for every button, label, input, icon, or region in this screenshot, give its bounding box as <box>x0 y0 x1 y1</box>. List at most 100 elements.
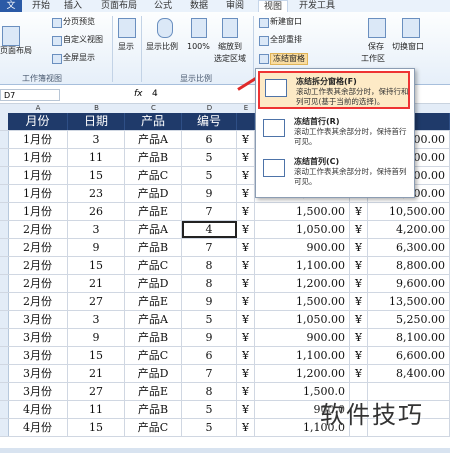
table-cell[interactable]: ¥ <box>350 365 368 382</box>
table-cell[interactable]: ¥ <box>350 311 368 328</box>
save-label[interactable]: 保存 <box>368 42 384 52</box>
table-cell[interactable]: 产品A <box>125 311 182 328</box>
table-cell[interactable]: 15 <box>68 167 125 184</box>
show-button[interactable]: 显示 <box>118 42 134 52</box>
table-cell[interactable]: 1,200.00 <box>255 365 350 382</box>
zoom100-button[interactable]: 100% <box>187 42 210 52</box>
arrange-all-button[interactable]: 全部重排 <box>270 35 302 45</box>
table-cell[interactable]: 6,300.00 <box>368 239 450 256</box>
table-cell[interactable]: 9 <box>182 293 237 310</box>
table-cell[interactable]: 27 <box>68 383 125 400</box>
table-cell[interactable]: 4月份 <box>8 401 68 418</box>
zoom-icon[interactable] <box>157 18 173 38</box>
save-workspace-icon[interactable] <box>368 18 386 38</box>
table-cell[interactable]: 3月份 <box>8 311 68 328</box>
table-cell[interactable]: 3月份 <box>8 383 68 400</box>
table-cell[interactable]: 5 <box>182 311 237 328</box>
zoom-selection-label-1[interactable]: 缩放到 <box>218 42 242 52</box>
table-cell[interactable]: 产品E <box>125 383 182 400</box>
table-cell[interactable]: 15 <box>68 257 125 274</box>
table-cell[interactable]: 6 <box>182 347 237 364</box>
table-cell[interactable]: 23 <box>68 185 125 202</box>
table-cell[interactable]: 21 <box>68 365 125 382</box>
switch-window-icon[interactable] <box>402 18 420 38</box>
table-cell[interactable]: 1月份 <box>8 203 68 220</box>
fx-icon[interactable]: fx <box>134 89 143 99</box>
table-cell[interactable]: 3月份 <box>8 347 68 364</box>
table-cell[interactable]: 1月份 <box>8 131 68 148</box>
table-cell[interactable]: 7 <box>182 239 237 256</box>
table-cell[interactable]: 21 <box>68 275 125 292</box>
table-cell[interactable]: 8,800.00 <box>368 257 450 274</box>
table-cell[interactable]: 产品D <box>125 275 182 292</box>
table-cell[interactable]: 1,100.00 <box>255 347 350 364</box>
table-cell[interactable]: 产品C <box>125 257 182 274</box>
table-cell[interactable]: 2月份 <box>8 239 68 256</box>
table-cell[interactable]: 产品C <box>125 347 182 364</box>
zoom-button[interactable]: 显示比例 <box>146 42 178 52</box>
switch-window-button[interactable]: 切换窗口 <box>392 42 424 52</box>
table-cell[interactable]: 产品 <box>125 113 182 130</box>
table-cell[interactable]: 1月份 <box>8 149 68 166</box>
new-window-button[interactable]: 新建窗口 <box>270 17 302 27</box>
table-cell[interactable]: 1月份 <box>8 185 68 202</box>
table-cell[interactable]: 1,200.00 <box>255 275 350 292</box>
table-cell[interactable]: 产品B <box>125 239 182 256</box>
table-cell[interactable]: 5 <box>182 401 237 418</box>
table-cell[interactable]: 产品E <box>125 203 182 220</box>
table-cell[interactable]: 9,600.00 <box>368 275 450 292</box>
table-cell[interactable]: ¥ <box>237 365 255 382</box>
table-cell[interactable]: 7 <box>182 203 237 220</box>
column-header[interactable]: B <box>68 104 126 113</box>
table-cell[interactable]: 产品D <box>125 365 182 382</box>
file-tab[interactable]: 文 <box>0 0 22 12</box>
table-cell[interactable]: ¥ <box>237 293 255 310</box>
table-cell[interactable]: 1,100.00 <box>255 257 350 274</box>
fullscreen-button[interactable]: 全屏显示 <box>63 53 95 63</box>
column-header[interactable]: A <box>8 104 69 113</box>
table-cell[interactable]: ¥ <box>350 275 368 292</box>
table-cell[interactable]: 8,400.00 <box>368 365 450 382</box>
table-cell[interactable]: 2月份 <box>8 221 68 238</box>
column-header[interactable]: E <box>237 104 256 113</box>
page-layout-icon[interactable] <box>2 26 20 46</box>
table-cell[interactable]: 产品A <box>125 221 182 238</box>
table-cell[interactable]: 9 <box>68 239 125 256</box>
table-cell[interactable]: 5,250.00 <box>368 311 450 328</box>
table-cell[interactable]: 3 <box>68 131 125 148</box>
table-cell[interactable]: 6 <box>182 131 237 148</box>
table-cell[interactable]: 7 <box>182 365 237 382</box>
table-cell[interactable]: 900.00 <box>255 329 350 346</box>
tab-page-layout[interactable]: 页面布局 <box>96 0 142 12</box>
zoom100-icon[interactable] <box>191 18 207 38</box>
table-cell[interactable]: ¥ <box>237 257 255 274</box>
table-cell[interactable]: ¥ <box>237 185 255 202</box>
menu-item-freeze-panes[interactable]: 冻结拆分窗格(F) 滚动工作表其余部分时，保持行和列可见(基于当前的选择)。 <box>258 71 410 109</box>
menu-item-freeze-top-row[interactable]: 冻结首行(R) 滚动工作表其余部分时，保持首行可见。 <box>258 113 410 151</box>
tab-home[interactable]: 开始 <box>28 0 54 12</box>
table-cell[interactable]: 5 <box>182 419 237 436</box>
show-icon[interactable] <box>118 18 136 38</box>
table-cell[interactable]: 产品E <box>125 293 182 310</box>
table-cell[interactable]: ¥ <box>237 347 255 364</box>
tab-review[interactable]: 审阅 <box>222 0 248 12</box>
table-cell[interactable]: 4月份 <box>8 419 68 436</box>
table-cell[interactable]: 产品B <box>125 401 182 418</box>
table-cell[interactable]: ¥ <box>237 131 255 148</box>
table-cell[interactable]: 5 <box>182 149 237 166</box>
table-cell[interactable]: ¥ <box>237 383 255 400</box>
freeze-panes-button[interactable]: 冻结窗格 <box>270 53 308 65</box>
table-cell[interactable]: 2月份 <box>8 293 68 310</box>
zoom-selection-icon[interactable] <box>222 18 238 38</box>
table-cell[interactable]: 2月份 <box>8 257 68 274</box>
table-cell[interactable]: 产品B <box>125 149 182 166</box>
table-cell[interactable]: 4 <box>182 221 237 238</box>
table-cell[interactable]: ¥ <box>350 203 368 220</box>
table-cell[interactable]: ¥ <box>237 221 255 238</box>
table-cell[interactable]: 11 <box>68 401 125 418</box>
table-cell[interactable]: 6,600.00 <box>368 347 450 364</box>
table-cell[interactable]: ¥ <box>237 203 255 220</box>
table-cell[interactable]: ¥ <box>350 347 368 364</box>
table-cell[interactable]: ¥ <box>350 293 368 310</box>
table-cell[interactable]: ¥ <box>237 419 255 436</box>
